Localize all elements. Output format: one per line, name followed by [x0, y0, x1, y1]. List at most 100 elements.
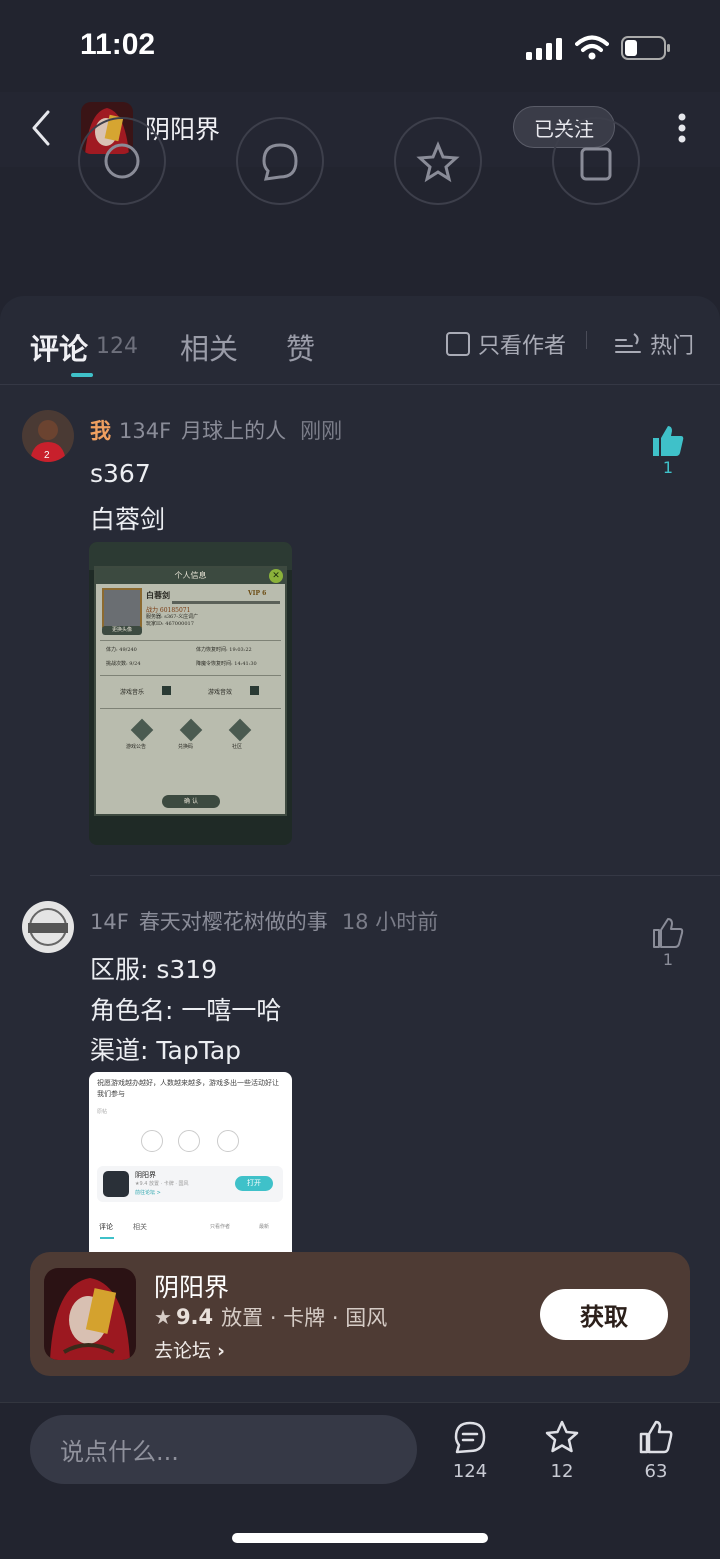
sort-icon — [615, 333, 641, 353]
star-icon: ★ — [154, 1305, 172, 1329]
comment-circle-button[interactable] — [236, 117, 324, 205]
like-icon[interactable] — [638, 1419, 674, 1455]
question-icon — [104, 143, 140, 179]
comment-time: 刚刚 — [300, 419, 343, 443]
dialog-title: 个人信息 — [96, 568, 285, 584]
code-diamond-icon — [179, 718, 203, 742]
filter-divider — [586, 331, 587, 349]
forum-link[interactable]: 去论坛 › — [154, 1336, 225, 1363]
player-id: 玩家ID: 467000017 — [146, 621, 194, 627]
share-circle-button[interactable] — [552, 117, 640, 205]
comment-line: 角色名: 一嘻一哈 — [90, 996, 282, 1025]
close-icon: ✕ — [269, 569, 283, 583]
user-avatar[interactable]: 2 — [22, 410, 74, 462]
sort-hot-button[interactable]: 热门 — [614, 328, 694, 360]
dialog-divider — [100, 675, 281, 676]
vip-level: VIP 6 — [248, 590, 267, 597]
comment-input[interactable]: 说点什么... — [30, 1415, 417, 1484]
sound-checkbox — [250, 686, 259, 695]
user-avatar[interactable] — [22, 901, 74, 953]
music-toggle-label: 游戏音乐 — [120, 689, 145, 696]
game-categories: 放置 · 卡牌 · 国风 — [221, 1306, 388, 1330]
comment-count-bottom: 124 — [452, 1461, 488, 1482]
announcement-diamond-icon — [130, 718, 154, 742]
screenshot-app-link: 前往论坛 > — [135, 1190, 161, 1196]
like-outline-icon[interactable] — [651, 916, 685, 950]
like-filled-icon[interactable] — [651, 424, 685, 458]
screenshot-sort-latest: 最新 — [259, 1224, 270, 1230]
screenshot-tab-indicator — [100, 1237, 114, 1239]
comment-count: 124 — [96, 334, 138, 359]
screenshot-source-label: 原帖 — [97, 1109, 108, 1115]
comment-line: 白蓉剑 — [90, 505, 166, 534]
challenge-text: 挑战次数: 9/24 — [106, 661, 141, 667]
server-name: 服务器: s367-义庄词广 — [146, 614, 199, 620]
character-portrait — [102, 588, 142, 628]
screenshot-only-author: 只看作者 — [210, 1224, 231, 1230]
character-name: 白蓉剑 — [146, 590, 170, 600]
dialog-divider — [100, 708, 281, 709]
announcement-label: 游戏公告 — [126, 744, 147, 750]
chevron-right-icon: › — [217, 1340, 225, 1362]
share-icon — [580, 147, 612, 181]
game-icon[interactable] — [44, 1268, 136, 1360]
screenshot-app-name: 阴阳界 — [135, 1171, 156, 1179]
comment-icon — [262, 143, 298, 181]
tabs-divider — [0, 384, 720, 385]
comment-image[interactable]: 祝愿游戏越办越好，人数越来越多，游戏多出一些活动好让我们参与 原帖 阴阳界 ★9… — [89, 1072, 292, 1252]
comment-meta: 14F 春天对樱花树做的事 18 小时前 — [90, 906, 438, 936]
home-indicator — [232, 1533, 488, 1543]
exp-bar — [172, 601, 280, 604]
username[interactable]: 月球上的人 — [181, 419, 286, 443]
stamina-text: 体力: 49/240 — [106, 647, 137, 653]
comment-line: 区服: s319 — [90, 955, 218, 984]
me-label: 我 — [90, 419, 111, 443]
community-diamond-icon — [228, 718, 252, 742]
active-tab-indicator — [71, 373, 93, 377]
comment-line: 渠道: TapTap — [90, 1036, 242, 1065]
favorite-count: 12 — [550, 1461, 574, 1482]
screenshot-share-icon — [217, 1130, 239, 1152]
game-rating: 9.4 — [175, 1305, 214, 1329]
stamina-time-text: 体力恢复时间: 19:03:22 — [196, 647, 252, 653]
profile-dialog: 个人信息 ✕ 白蓉剑 VIP 6 战力 60185071 服务器: s367-义… — [94, 566, 287, 816]
tab-comments[interactable]: 评论 — [30, 326, 88, 368]
get-game-button[interactable]: 获取 — [540, 1289, 668, 1340]
star-icon — [416, 141, 460, 183]
only-author-label: 只看作者 — [478, 334, 567, 359]
more-options-icon[interactable] — [678, 113, 686, 143]
sound-toggle-label: 游戏音效 — [208, 689, 233, 696]
music-checkbox — [162, 686, 171, 695]
change-avatar-button: 更换头像 — [102, 626, 142, 635]
like-count: 1 — [662, 950, 674, 969]
checkbox-icon — [446, 332, 470, 356]
screenshot-open-button: 打开 — [235, 1176, 273, 1191]
screenshot-tab-related: 相关 — [133, 1223, 147, 1231]
code-label: 兑换码 — [178, 744, 194, 750]
forum-link-label: 去论坛 — [154, 1340, 212, 1362]
battery-icon — [621, 36, 670, 60]
comment-icon[interactable] — [452, 1419, 488, 1455]
screenshot-like-icon — [141, 1130, 163, 1152]
tab-related[interactable]: 相关 — [180, 326, 238, 368]
tab-likes[interactable]: 赞 — [286, 326, 315, 368]
screenshot-app-icon — [103, 1171, 129, 1197]
username[interactable]: 春天对樱花树做的事 — [139, 910, 328, 934]
game-name: 阴阳界 — [154, 1273, 230, 1302]
screenshot-app-meta: ★9.4 放置 · 卡牌 · 国风 — [135, 1181, 189, 1187]
star-icon[interactable] — [544, 1419, 580, 1455]
challenge-time-text: 降魔令恢复时间: 14:41:30 — [196, 661, 257, 667]
post-action-row — [0, 117, 720, 297]
cellular-signal-icon — [526, 38, 562, 60]
favorite-circle-button[interactable] — [394, 117, 482, 205]
only-author-toggle[interactable]: 只看作者 — [446, 328, 566, 360]
comment-image[interactable]: 个人信息 ✕ 白蓉剑 VIP 6 战力 60185071 服务器: s367-义… — [89, 542, 292, 845]
screenshot-star-icon — [178, 1130, 200, 1152]
like-count-bottom: 63 — [644, 1461, 668, 1482]
help-circle-button[interactable] — [78, 117, 166, 205]
community-label: 社区 — [232, 744, 243, 750]
confirm-button: 确 认 — [162, 795, 220, 808]
comment-meta: 我 134F 月球上的人 刚刚 — [90, 415, 342, 445]
back-arrow-icon[interactable] — [28, 108, 54, 148]
wifi-icon — [575, 35, 609, 60]
